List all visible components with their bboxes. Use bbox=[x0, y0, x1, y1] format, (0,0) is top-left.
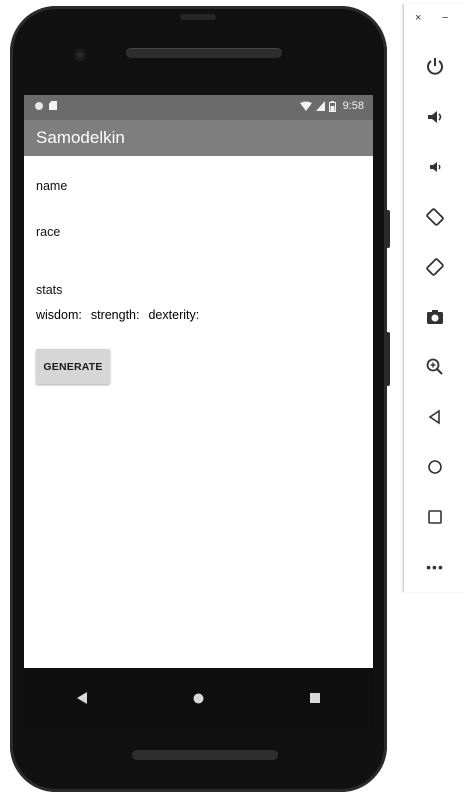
bottom-speaker bbox=[132, 750, 278, 760]
name-label: name bbox=[36, 179, 68, 193]
home-icon[interactable] bbox=[420, 452, 450, 482]
speaker-slot bbox=[180, 14, 216, 20]
wisdom-label: wisdom: bbox=[36, 308, 82, 322]
generate-button[interactable]: GENERATE bbox=[36, 349, 110, 384]
status-bar: 9:58 bbox=[24, 95, 373, 120]
minimize-icon[interactable]: − bbox=[442, 12, 448, 24]
camera-icon[interactable] bbox=[420, 302, 450, 332]
race-label: race bbox=[36, 225, 61, 239]
phone-frame: 9:58 Samodelkin name race stats wisdom: … bbox=[10, 6, 387, 792]
nav-back-button[interactable] bbox=[62, 678, 102, 718]
notification-dot-icon bbox=[35, 101, 43, 110]
earpiece-speaker bbox=[126, 48, 282, 58]
back-icon[interactable] bbox=[420, 402, 450, 432]
status-time: 9:58 bbox=[342, 100, 364, 112]
sd-card-icon bbox=[49, 101, 57, 110]
emulator-toolbar: × − ••• bbox=[403, 4, 464, 592]
zoom-icon[interactable] bbox=[420, 352, 450, 382]
battery-icon bbox=[328, 100, 336, 112]
volume-down-icon[interactable] bbox=[420, 152, 450, 182]
power-side-button bbox=[386, 210, 390, 248]
stats-label: stats bbox=[36, 283, 63, 297]
front-camera bbox=[74, 49, 86, 61]
nav-overview-button[interactable] bbox=[295, 678, 335, 718]
wifi-icon bbox=[299, 101, 312, 111]
volume-up-icon[interactable] bbox=[420, 102, 450, 132]
volume-side-button bbox=[386, 332, 390, 386]
more-icon[interactable]: ••• bbox=[420, 552, 450, 582]
cell-signal-icon bbox=[315, 101, 325, 111]
overview-square-icon bbox=[309, 693, 320, 703]
power-icon[interactable] bbox=[420, 51, 450, 81]
stats-row: wisdom: strength: dexterity: bbox=[36, 308, 199, 322]
rotate-left-icon[interactable] bbox=[420, 202, 450, 232]
app-title: Samodelkin bbox=[36, 128, 125, 147]
nav-home-button[interactable] bbox=[178, 678, 218, 718]
back-triangle-icon bbox=[77, 692, 88, 704]
app-bar: Samodelkin bbox=[24, 120, 373, 156]
dexterity-label: dexterity: bbox=[148, 308, 200, 322]
overview-icon[interactable] bbox=[420, 502, 450, 532]
strength-label: strength: bbox=[90, 308, 140, 322]
close-icon[interactable]: × bbox=[415, 12, 421, 24]
home-circle-icon bbox=[193, 693, 204, 703]
rotate-right-icon[interactable] bbox=[420, 252, 450, 282]
nav-bar bbox=[24, 668, 373, 728]
